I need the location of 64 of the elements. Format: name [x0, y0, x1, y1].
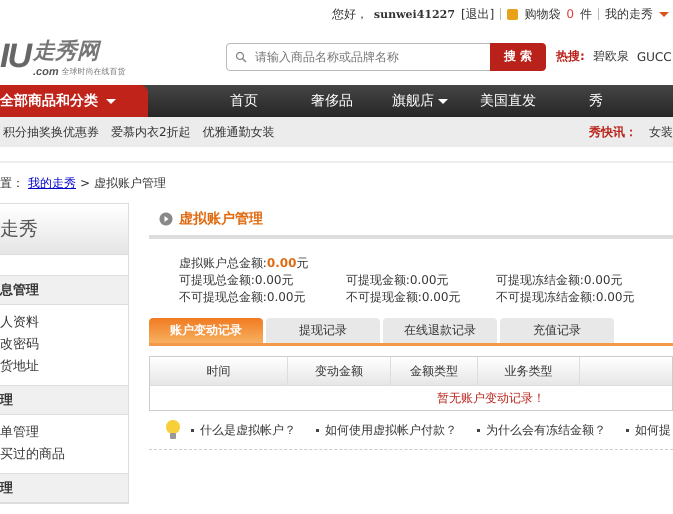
logo-mark[interactable]: IU — [0, 37, 30, 76]
sidebar-heading: 理 — [0, 473, 128, 503]
shopping-bag-icon[interactable] — [507, 8, 518, 20]
balance-text: 不可提现总金额:0.00元 — [178, 289, 307, 306]
greeting-text: 您好， — [332, 6, 368, 22]
search-button[interactable]: 搜 索 — [490, 42, 546, 70]
breadcrumb-prefix: 置： — [0, 174, 24, 192]
my-account-link[interactable]: 我的走秀 — [605, 6, 653, 22]
nav-item[interactable]: 奢侈品 — [288, 85, 376, 117]
news-link[interactable]: 女装 — [649, 124, 673, 140]
logout-link[interactable]: [退出] — [460, 6, 494, 22]
play-icon — [158, 212, 173, 226]
sidebar-item[interactable]: 人资料 — [0, 311, 128, 333]
search-field[interactable]: 请输入商品名称或品牌名称 — [253, 48, 490, 64]
hot-search-link[interactable]: 碧欧泉 — [592, 48, 629, 65]
column-header: 时间 — [150, 357, 288, 385]
news-label: 秀快讯： — [589, 124, 637, 140]
promo-link[interactable]: 爱慕内衣2折起 — [111, 124, 191, 140]
logo-domain: .com — [33, 66, 59, 78]
username: sunwei41227 — [374, 8, 455, 20]
sidebar-item[interactable]: 买过的商品 — [0, 443, 128, 465]
nav-item[interactable]: 美国直发 — [464, 85, 552, 117]
balance-text: 可提现总金额:0.00元 — [178, 272, 295, 289]
record-tab[interactable]: 提现记录 — [266, 318, 380, 343]
search-box[interactable]: 请输入商品名称或品牌名称 — [226, 42, 490, 70]
sidebar-item[interactable]: 单管理 — [0, 421, 128, 443]
help-link[interactable]: 如何提 — [634, 422, 671, 438]
help-link[interactable]: 什么是虚拟帐户？ — [200, 422, 296, 438]
breadcrumb-current: 虚拟账户管理 — [94, 174, 166, 192]
record-tab[interactable]: 在线退款记录 — [382, 318, 497, 343]
empty-message: 暂无账户变动记录！ — [436, 390, 545, 406]
breadcrumb-separator: > — [80, 176, 90, 190]
breadcrumb-link[interactable]: 我的走秀 — [28, 174, 76, 192]
lightbulb-icon — [164, 419, 181, 441]
page-title: 虚拟账户管理 — [178, 210, 263, 228]
cart-count: 0 — [566, 7, 574, 21]
nav-item[interactable]: 秀 — [552, 85, 640, 117]
sidebar-heading: 理 — [0, 385, 128, 415]
category-menu-button[interactable]: 全部商品和分类 — [0, 85, 148, 117]
total-balance-text: 虚拟账户总金额:0.00元 — [178, 255, 310, 272]
balance-text: 不可提现冻结金额:0.00元 — [496, 289, 636, 306]
nav-item[interactable]: 首页 — [200, 85, 288, 117]
sidebar-item[interactable]: 改密码 — [0, 333, 128, 355]
column-header: 业务类型 — [478, 357, 580, 385]
sidebar-item[interactable]: 货地址 — [0, 355, 128, 377]
cart-unit: 件 — [580, 6, 592, 22]
record-tab[interactable]: 充值记录 — [500, 318, 614, 343]
balance-text: 可提现冻结金额:0.00元 — [496, 272, 624, 289]
promo-link[interactable]: 优雅通勤女装 — [202, 124, 275, 140]
logo-slogan: 全球时尚在线百货 — [62, 66, 126, 78]
column-header: 金额类型 — [390, 357, 478, 385]
caret-icon[interactable] — [659, 12, 669, 16]
help-link[interactable]: 如何使用虚拟帐户付款？ — [324, 422, 457, 438]
balance-text: 可提现金额:0.00元 — [346, 272, 450, 289]
column-header: 变动金额 — [288, 357, 391, 385]
balance-text: 不可提现金额:0.00元 — [346, 289, 462, 306]
cart-label[interactable]: 购物袋 — [524, 6, 560, 22]
hot-search-link[interactable]: GUCC — [636, 50, 672, 64]
help-link[interactable]: 为什么会有冻结金额？ — [486, 422, 606, 438]
hot-search-label: 热搜: — [556, 48, 585, 65]
search-icon — [235, 50, 247, 62]
promo-link[interactable]: 积分抽奖换优惠券 — [3, 124, 99, 140]
nav-item[interactable]: 旗舰店 — [376, 85, 464, 117]
logo-name[interactable]: 走秀网 — [33, 36, 126, 66]
